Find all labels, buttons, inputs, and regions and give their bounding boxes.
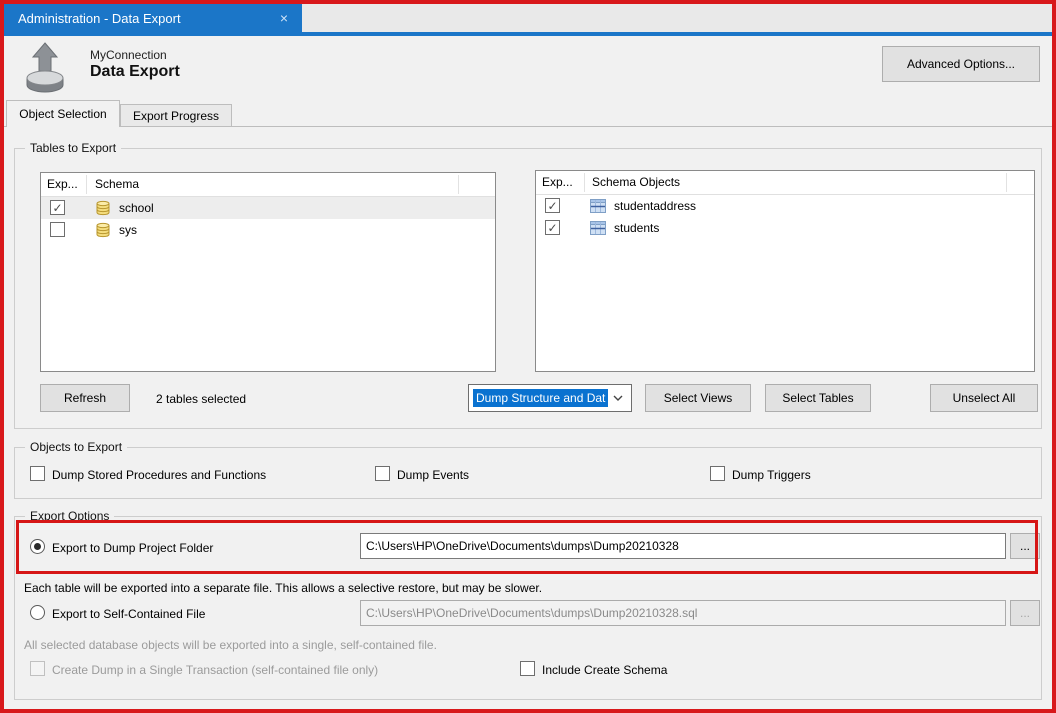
column-schema: Schema <box>95 177 139 191</box>
schema-list[interactable]: Exp... Schema ✓ school <box>40 172 496 372</box>
export-dump-folder-radio[interactable] <box>30 539 45 554</box>
refresh-button[interactable]: Refresh <box>40 384 130 412</box>
sub-tab-bar: Object Selection Export Progress <box>4 100 1052 127</box>
tab-title: Administration - Data Export <box>18 11 181 26</box>
tab-administration-data-export[interactable]: Administration - Data Export × <box>4 4 302 32</box>
data-export-window: Administration - Data Export × MyConnect… <box>0 0 1056 713</box>
schema-name: school <box>119 201 154 215</box>
select-views-button[interactable]: Select Views <box>645 384 751 412</box>
schema-row-sys[interactable]: sys <box>41 219 495 241</box>
dump-triggers-label: Dump Triggers <box>732 468 811 482</box>
export-self-contained-radio[interactable] <box>30 605 45 620</box>
schema-list-header: Exp... Schema <box>41 173 495 197</box>
close-icon[interactable]: × <box>280 10 288 26</box>
column-separator <box>458 175 459 194</box>
dump-stored-procedures-label: Dump Stored Procedures and Functions <box>52 468 266 482</box>
accent-divider <box>4 32 1052 36</box>
unselect-all-button[interactable]: Unselect All <box>930 384 1038 412</box>
column-separator <box>86 175 87 194</box>
selection-status: 2 tables selected <box>156 392 246 406</box>
database-icon <box>95 200 111 219</box>
export-checkbox-checked[interactable]: ✓ <box>545 198 560 213</box>
export-checkbox-checked[interactable]: ✓ <box>545 220 560 235</box>
tab-object-selection[interactable]: Object Selection <box>6 100 120 127</box>
export-checkbox-unchecked[interactable] <box>50 222 65 237</box>
dump-folder-browse-button[interactable]: ... <box>1010 533 1040 559</box>
table-name: studentaddress <box>614 199 696 213</box>
export-self-contained-label: Export to Self-Contained File <box>52 607 205 621</box>
schema-row-school[interactable]: ✓ school <box>41 197 495 219</box>
column-separator <box>1006 173 1007 192</box>
group-title: Tables to Export <box>25 141 121 155</box>
export-dump-folder-label: Export to Dump Project Folder <box>52 541 213 555</box>
column-export: Exp... <box>542 175 573 189</box>
dump-stored-procedures-checkbox[interactable] <box>30 466 45 481</box>
schema-objects-list[interactable]: Exp... Schema Objects ✓ studentaddress ✓ <box>535 170 1035 372</box>
table-icon <box>590 221 606 238</box>
export-checkbox-checked[interactable]: ✓ <box>50 200 65 215</box>
single-transaction-checkbox <box>30 661 45 676</box>
single-transaction-label: Create Dump in a Single Transaction (sel… <box>52 663 378 677</box>
table-row-studentaddress[interactable]: ✓ studentaddress <box>536 195 1034 217</box>
table-name: students <box>614 221 659 235</box>
group-title: Export Options <box>25 509 114 523</box>
group-title: Objects to Export <box>25 440 127 454</box>
connection-name: MyConnection <box>90 48 167 62</box>
schema-objects-header: Exp... Schema Objects <box>536 171 1034 195</box>
dump-type-dropdown[interactable]: Dump Structure and Dat <box>468 384 632 412</box>
select-tables-button[interactable]: Select Tables <box>765 384 871 412</box>
column-export: Exp... <box>47 177 78 191</box>
column-separator <box>584 173 585 192</box>
page-title: Data Export <box>90 63 180 81</box>
self-contained-browse-button: ... <box>1010 600 1040 626</box>
data-export-icon <box>22 42 68 94</box>
column-schema-objects: Schema Objects <box>592 175 680 189</box>
self-contained-note: All selected database objects will be ex… <box>24 638 437 652</box>
dropdown-selected-value: Dump Structure and Dat <box>473 389 608 407</box>
dump-events-checkbox[interactable] <box>375 466 390 481</box>
schema-name: sys <box>119 223 137 237</box>
dump-triggers-checkbox[interactable] <box>710 466 725 481</box>
include-create-schema-label: Include Create Schema <box>542 663 667 677</box>
table-icon <box>590 199 606 216</box>
main-tab-strip: Administration - Data Export × <box>4 4 1052 32</box>
dump-events-label: Dump Events <box>397 468 469 482</box>
table-row-students[interactable]: ✓ students <box>536 217 1034 239</box>
advanced-options-button[interactable]: Advanced Options... <box>882 46 1040 82</box>
dump-folder-path-input[interactable]: C:\Users\HP\OneDrive\Documents\dumps\Dum… <box>360 533 1006 559</box>
self-contained-path-input: C:\Users\HP\OneDrive\Documents\dumps\Dum… <box>360 600 1006 626</box>
dump-folder-note: Each table will be exported into a separ… <box>24 581 542 595</box>
database-icon <box>95 222 111 241</box>
include-create-schema-checkbox[interactable] <box>520 661 535 676</box>
tab-export-progress[interactable]: Export Progress <box>120 104 232 127</box>
chevron-down-icon <box>609 395 627 401</box>
